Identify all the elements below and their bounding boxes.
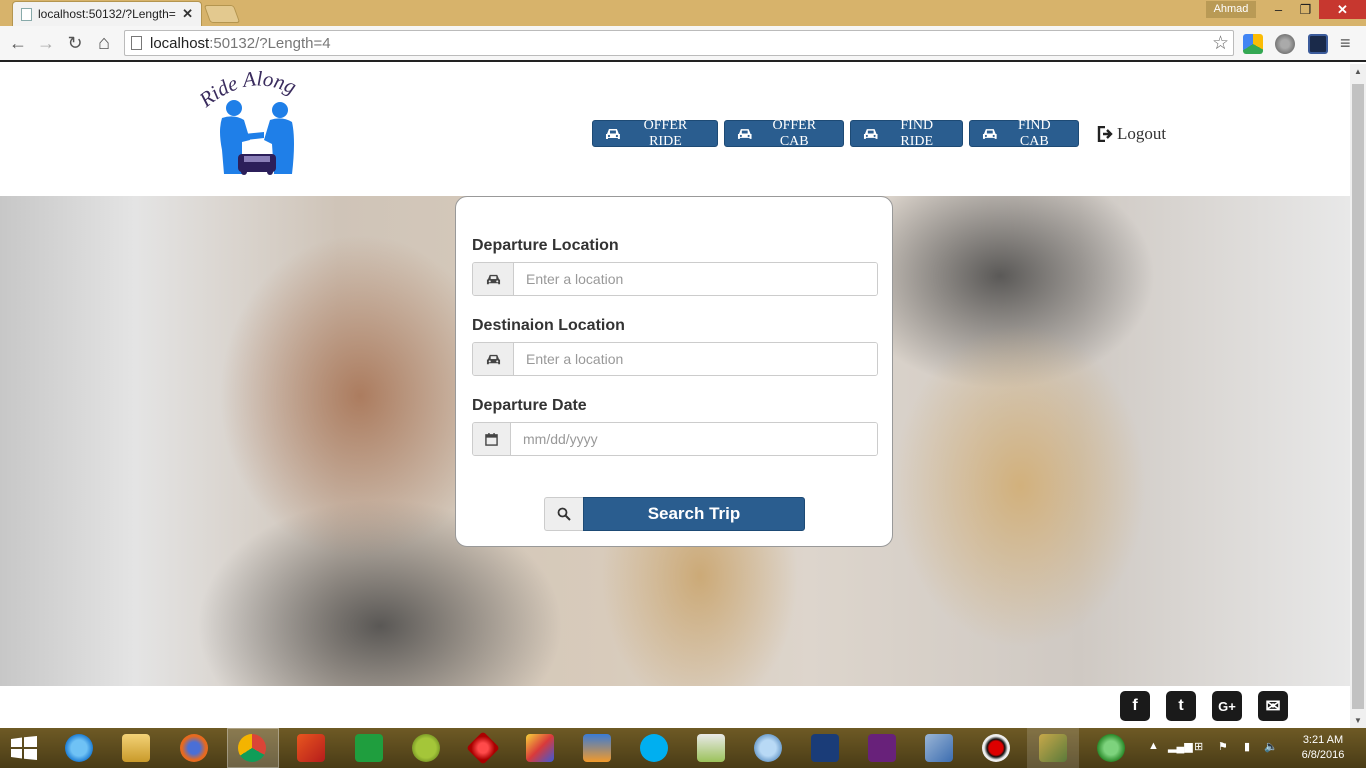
clock-time: 3:21 AM	[1302, 734, 1344, 746]
maximize-icon[interactable]: ❐	[1292, 0, 1319, 19]
offer-cab-label: OFFER CAB	[772, 117, 817, 149]
tab-title: localhost:50132/?Length=	[38, 7, 176, 21]
departure-date-input[interactable]	[511, 423, 877, 455]
forward-icon[interactable]: →	[34, 31, 58, 55]
matlab-icon[interactable]	[297, 734, 325, 762]
twitter-icon[interactable]: t	[1166, 691, 1196, 721]
departure-location-input[interactable]	[514, 263, 877, 295]
location-app-icon[interactable]	[1097, 734, 1125, 762]
clock-date: 6/8/2016	[1301, 749, 1345, 761]
search-row: Search Trip	[544, 497, 805, 531]
tray-expand-icon[interactable]: ▲	[1148, 740, 1159, 752]
network-app-icon[interactable]	[754, 734, 782, 762]
firefox-icon[interactable]	[180, 734, 208, 762]
document-icon	[131, 36, 142, 50]
back-icon[interactable]: ←	[6, 31, 30, 55]
browser-toolbar: ← → ↻ ⌂ localhost :50132/?Length=4 ☆ ≡	[0, 26, 1366, 62]
tools-app-icon[interactable]	[1039, 734, 1067, 762]
search-trip-form: Departure Location Destinaion Location D…	[455, 196, 893, 547]
ride-along-logo[interactable]: Ride Along	[194, 66, 320, 182]
recorder-icon[interactable]	[982, 734, 1010, 762]
visual-studio-icon[interactable]	[868, 734, 896, 762]
google-plus-icon[interactable]: G+	[1212, 691, 1242, 721]
battery-icon[interactable]: ▮	[1244, 740, 1250, 753]
file-explorer-icon[interactable]	[122, 734, 150, 762]
windows-taskbar: ▲ ▂▄▆ ⊞ ⚑ ▮ 🔈 3:21 AM 6/8/2016	[0, 728, 1366, 768]
logout-icon	[1097, 126, 1113, 142]
offer-cab-button[interactable]: OFFER CAB	[724, 117, 844, 149]
logo-graphic: Ride Along	[194, 66, 300, 175]
android-studio-icon[interactable]	[412, 734, 440, 762]
main-nav: OFFER RIDE OFFER CAB FIND RIDE FIND CAB	[592, 117, 1079, 149]
flag-icon[interactable]: ⚑	[1218, 740, 1228, 753]
destination-location-group	[472, 342, 878, 376]
virtualbox-icon[interactable]	[925, 734, 953, 762]
find-cab-label: FIND CAB	[1017, 117, 1051, 149]
volume-icon[interactable]: 🔈	[1264, 740, 1278, 753]
star-app-icon[interactable]	[526, 734, 554, 762]
find-ride-button[interactable]: FIND RIDE	[850, 117, 963, 149]
browser-tab[interactable]: localhost:50132/?Length= ✕	[12, 1, 202, 26]
logout-link[interactable]: Logout	[1097, 124, 1166, 144]
car-icon	[863, 128, 878, 139]
browser-user-badge[interactable]: Ahmad	[1206, 1, 1256, 18]
departure-location-label: Departure Location	[472, 237, 619, 254]
url-host: localhost	[150, 34, 210, 52]
departure-location-group	[472, 262, 878, 296]
globe-extension-icon[interactable]	[1275, 34, 1295, 54]
internet-explorer-icon[interactable]	[65, 734, 93, 762]
destination-location-input[interactable]	[514, 343, 877, 375]
new-tab-button[interactable]	[203, 5, 241, 23]
departure-date-group	[472, 422, 878, 456]
offer-ride-button[interactable]: OFFER RIDE	[592, 117, 718, 149]
email-icon[interactable]: ✉	[1258, 691, 1288, 721]
find-cab-button[interactable]: FIND CAB	[969, 117, 1079, 149]
red-app-icon[interactable]	[466, 731, 500, 765]
store-icon[interactable]	[355, 734, 383, 762]
web-page: Ride Along OFFER RIDE OFFER CAB	[0, 64, 1350, 728]
window-close-icon[interactable]: ✕	[1319, 0, 1366, 19]
network-signal-icon[interactable]: ▂▄▆	[1168, 740, 1193, 753]
page-icon	[21, 7, 32, 21]
logout-label: Logout	[1117, 124, 1167, 143]
skype-icon[interactable]	[640, 734, 668, 762]
address-bar[interactable]: localhost :50132/?Length=4 ☆	[124, 30, 1234, 56]
calendar-icon	[473, 423, 511, 455]
car-icon	[982, 128, 997, 139]
departure-date-label: Departure Date	[472, 397, 587, 414]
tab-close-icon[interactable]: ✕	[182, 6, 193, 22]
google-drive-icon[interactable]	[1243, 34, 1263, 54]
car-icon	[605, 128, 620, 139]
home-icon[interactable]: ⌂	[92, 31, 116, 55]
facebook-icon[interactable]: f	[1120, 691, 1150, 721]
taskbar-clock[interactable]: 3:21 AM 6/8/2016	[1295, 733, 1351, 763]
car-icon	[473, 263, 514, 295]
car-icon	[737, 128, 752, 139]
scroll-down-icon[interactable]: ▼	[1354, 716, 1362, 725]
chrome-icon[interactable]	[238, 734, 266, 762]
windows-start-icon[interactable]	[10, 736, 38, 760]
bookmark-star-icon[interactable]: ☆	[1212, 32, 1229, 55]
destination-location-label: Destinaion Location	[472, 317, 625, 334]
extension-icon[interactable]	[1308, 34, 1328, 54]
car-icon	[473, 343, 514, 375]
url-path: :50132/?Length=4	[209, 34, 331, 52]
minimize-icon[interactable]: –	[1265, 0, 1292, 19]
office-app-icon[interactable]	[583, 734, 611, 762]
devcpp-icon[interactable]	[811, 734, 839, 762]
search-icon	[544, 497, 583, 531]
windows-tray-icon[interactable]: ⊞	[1194, 740, 1203, 753]
browser-titlebar: localhost:50132/?Length= ✕ Ahmad – ❐ ✕	[0, 0, 1366, 26]
search-trip-button[interactable]: Search Trip	[583, 497, 805, 531]
scrollbar-thumb[interactable]	[1352, 84, 1364, 709]
reload-icon[interactable]: ↻	[63, 31, 87, 55]
chrome-menu-icon[interactable]: ≡	[1340, 34, 1358, 54]
chart-app-icon[interactable]	[697, 734, 725, 762]
page-scrollbar[interactable]: ▲ ▼	[1350, 64, 1366, 728]
scroll-up-icon[interactable]: ▲	[1354, 67, 1362, 76]
offer-ride-label: OFFER RIDE	[643, 117, 688, 149]
find-ride-label: FIND RIDE	[900, 117, 934, 149]
